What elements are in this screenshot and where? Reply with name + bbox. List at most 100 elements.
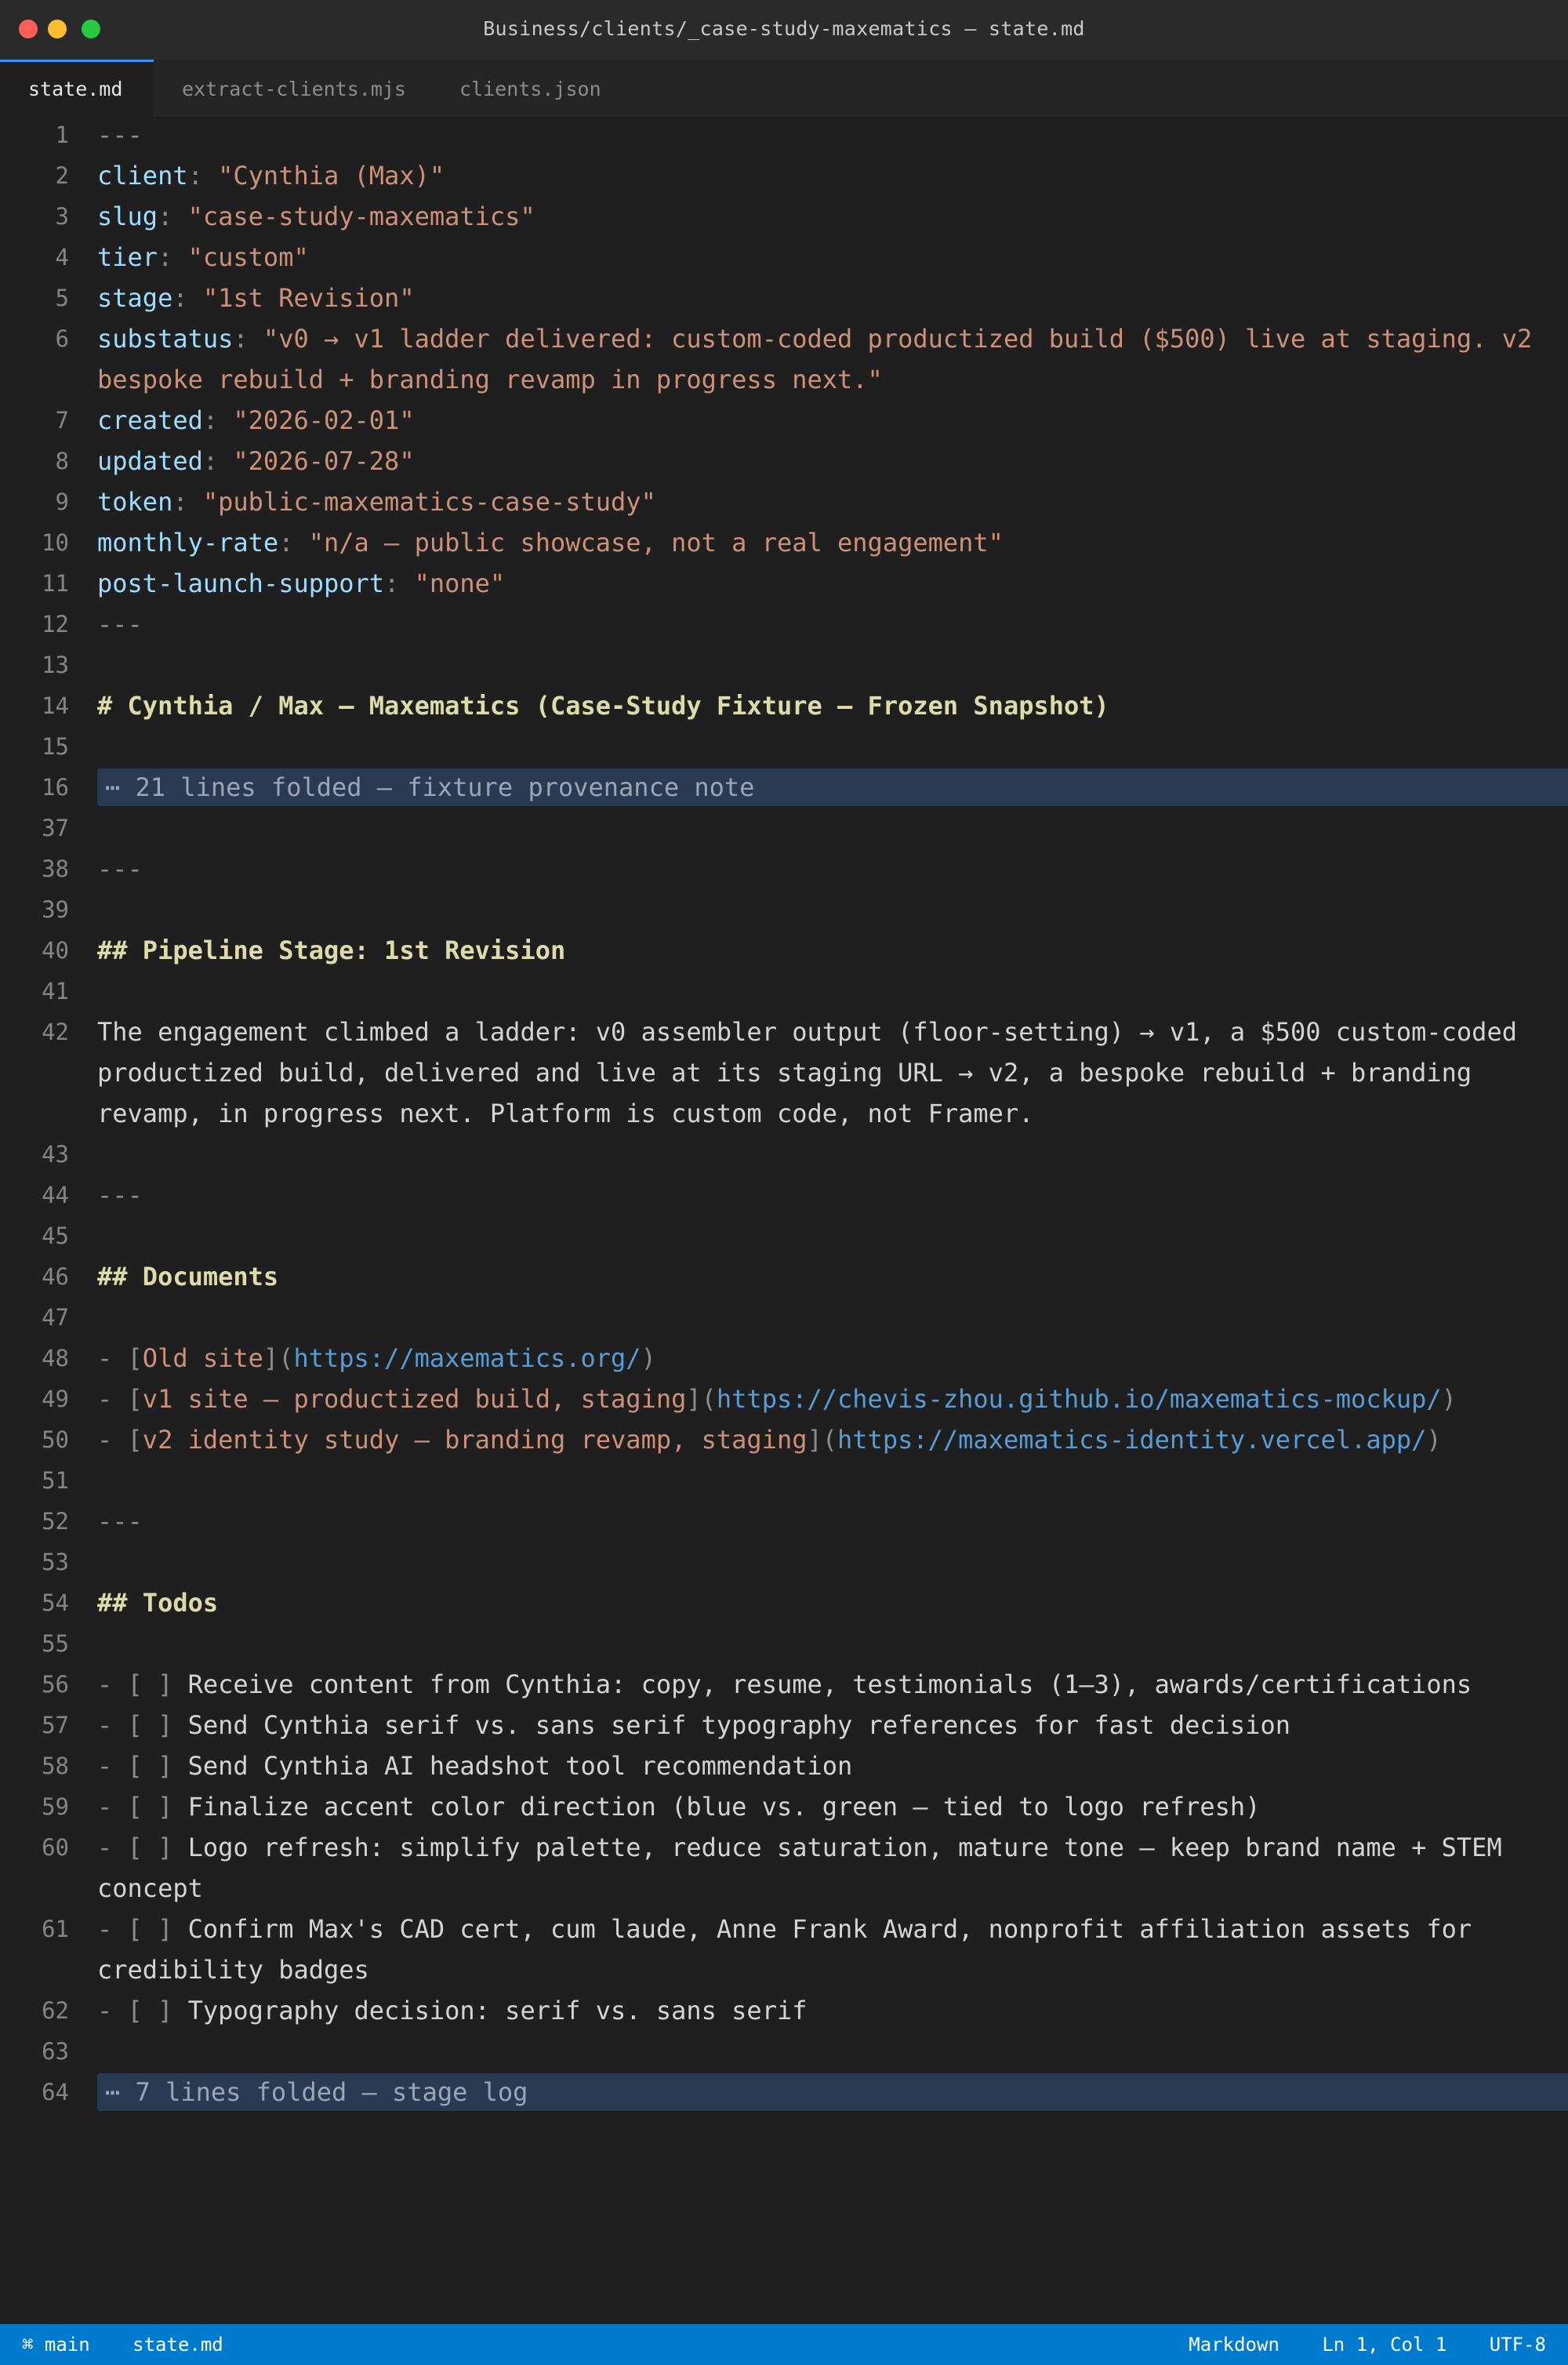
code-line: 46 ## Documents [0,1256,1568,1297]
heading-1: # Cynthia / Max — Maxematics (Case-Study… [97,691,1109,721]
line-number: 7 [55,407,69,434]
yaml-value: "public-maxematics-case-study" [202,487,656,517]
folded-region[interactable]: ⋯ 7 lines folded — stage log [97,2073,1568,2111]
line-number: 55 [42,1630,69,1657]
code-line: 38 --- [0,848,1568,889]
line-number: 63 [42,2038,69,2065]
line-number: 52 [42,1508,69,1535]
code-line: 61 - [ ] Confirm Max's CAD cert, cum laud… [0,1909,1568,1990]
code-line: 59 - [ ] Finalize accent color direction … [0,1786,1568,1827]
editor-area[interactable]: 1 --- 2 client: "Cynthia (Max)" 3 slug: "ca… [0,114,1568,2324]
yaml-key: monthly-rate [97,528,279,558]
yaml-key: token [97,487,173,517]
yaml-key: updated [97,446,203,476]
code-line: 37 [0,808,1568,848]
todo-item: - [ ] Logo refresh: simplify palette, re… [97,1827,1540,1909]
code-line: 56 - [ ] Receive content from Cynthia: co… [0,1664,1568,1705]
line-number: 3 [55,203,69,230]
file-encoding[interactable]: UTF-8 [1490,2334,1546,2356]
todo-text: Receive content from Cynthia: copy, resu… [187,1669,1472,1699]
yaml-key: slug [97,202,158,231]
line-number: 5 [55,285,69,311]
tab-extract-clients-mjs[interactable]: extract-clients.mjs [154,60,434,118]
todo-checkbox: - [ ] [97,1669,188,1699]
code-line: 2 client: "Cynthia (Max)" [0,155,1568,196]
todo-text: Send Cynthia serif vs. sans serif typogr… [187,1710,1290,1740]
horizontal-rule: --- [97,1506,143,1536]
code-line: 58 - [ ] Send Cynthia AI headshot tool re… [0,1746,1568,1786]
yaml-key: post-launch-support [97,569,385,598]
code-line: 12 --- [0,604,1568,645]
document-link-item: - [Old site](https://maxematics.org/) [97,1343,656,1373]
yaml-value: "Cynthia (Max)" [218,161,445,191]
todo-item: - [ ] Receive content from Cynthia: copy… [97,1664,1540,1705]
todo-item: - [ ] Send Cynthia serif vs. sans serif … [97,1705,1540,1746]
line-number: 14 [42,692,69,719]
yaml-value: "n/a — public showcase, not a real engag… [308,528,1004,558]
line-number: 41 [42,978,69,1004]
line-number: 1 [55,122,69,148]
code-line: 57 - [ ] Send Cynthia serif vs. sans seri… [0,1705,1568,1746]
line-number: 9 [55,489,69,515]
line-number: 60 [42,1834,69,1861]
line-number: 15 [42,733,69,760]
code-line: 42 The engagement climbed a ladder: v0 as… [0,1012,1568,1134]
cursor-position[interactable]: Ln 1, Col 1 [1322,2334,1446,2356]
tab-state-md[interactable]: state.md [0,60,154,118]
language-mode[interactable]: Markdown [1189,2334,1279,2356]
code-line: 48 - [Old site](https://maxematics.org/) [0,1338,1568,1379]
code-line: 64 ⋯ 7 lines folded — stage log [0,2072,1568,2113]
yaml-colon: : [202,446,234,476]
title-bar: Business/clients/_case-study-maxematics … [0,0,1568,60]
code-line: 10 monthly-rate: "n/a — public showcase, … [0,522,1568,563]
line-number: 48 [42,1345,69,1371]
line-number: 13 [42,652,69,678]
link-url[interactable]: https://maxematics-identity.vercel.app/ [837,1425,1426,1455]
line-number: 12 [42,611,69,638]
todo-checkbox: - [ ] [97,1792,188,1822]
line-number: 49 [42,1386,69,1412]
yaml-key: tier [97,242,158,272]
document-link-item: - [v1 site — productized build, staging]… [97,1384,1457,1414]
code-line: 54 ## Todos [0,1582,1568,1623]
line-number: 51 [42,1467,69,1494]
todo-text: Logo refresh: simplify palette, reduce s… [97,1833,1517,1903]
line-number: 64 [42,2079,69,2105]
yaml-colon: : [202,405,234,435]
line-number: 37 [42,815,69,841]
status-file-name: state.md [132,2334,223,2356]
line-number: 46 [42,1263,69,1290]
link-url[interactable]: https://chevis-zhou.github.io/maxematics… [717,1384,1442,1414]
tab-clients-json[interactable]: clients.json [431,60,630,118]
line-number: 8 [55,448,69,474]
todo-checkbox: - [ ] [97,1914,188,1944]
code-line: 16 ⋯ 21 lines folded — fixture provenance… [0,767,1568,808]
yaml-colon: : [172,487,203,517]
todo-item: - [ ] Confirm Max's CAD cert, cum laude,… [97,1909,1540,1990]
line-number: 40 [42,937,69,964]
todo-text: Send Cynthia AI headshot tool recommenda… [187,1751,853,1781]
yaml-value: "1st Revision" [202,283,415,313]
todo-text: Typography decision: serif vs. sans seri… [187,1996,808,2025]
yaml-colon: : [384,569,415,598]
yaml-colon: : [158,202,188,231]
code-line: 5 stage: "1st Revision" [0,278,1568,318]
folded-region[interactable]: ⋯ 21 lines folded — fixture provenance n… [97,768,1568,806]
yaml-value: "2026-02-01" [233,405,415,435]
code-line: 14 # Cynthia / Max — Maxematics (Case-Stu… [0,685,1568,726]
code-line: 3 slug: "case-study-maxematics" [0,196,1568,237]
yaml-colon: : [187,161,219,191]
link-url[interactable]: https://maxematics.org/ [293,1343,641,1373]
code-line: 50 - [v2 identity study — branding revamp… [0,1419,1568,1460]
code-line: 45 [0,1215,1568,1256]
code-line: 44 --- [0,1175,1568,1215]
line-number: 10 [42,529,69,556]
horizontal-rule: --- [97,1180,143,1210]
document-link-item: - [v2 identity study — branding revamp, … [97,1425,1442,1455]
yaml-key: stage [97,283,173,313]
git-branch-indicator[interactable]: ⌘ main [22,2334,90,2356]
yaml-colon: : [172,283,203,313]
heading-pipeline-stage: ## Pipeline Stage: 1st Revision [97,935,566,965]
code-line: 47 [0,1297,1568,1338]
frontmatter-delimiter: --- [97,609,143,639]
